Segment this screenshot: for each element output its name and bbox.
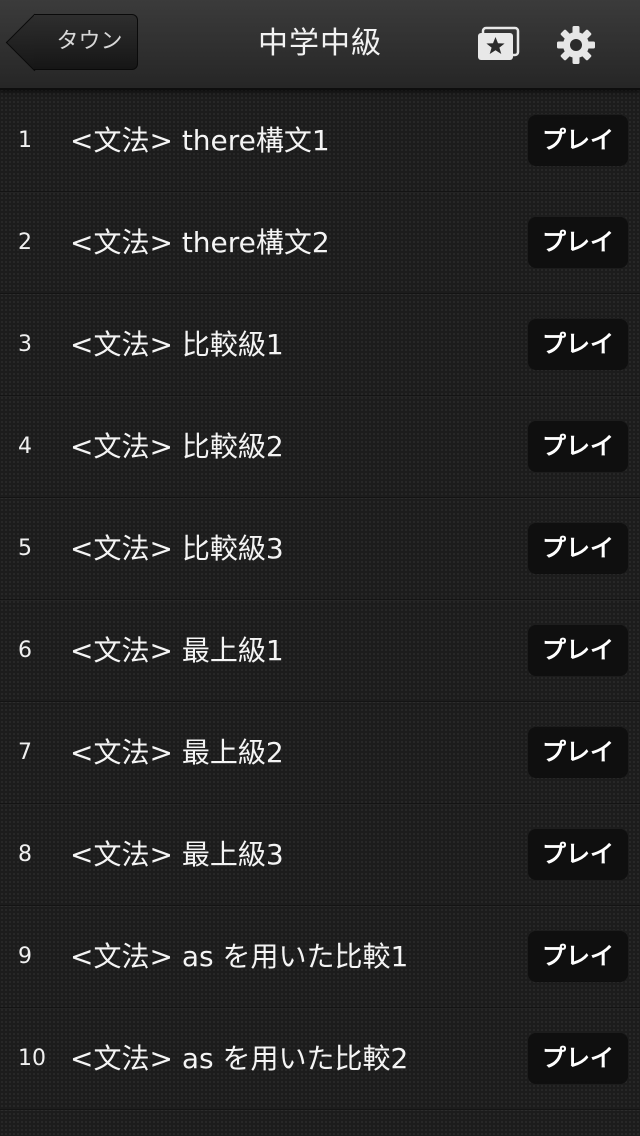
- play-button[interactable]: プレイ: [528, 216, 628, 268]
- lesson-row[interactable]: 4 <文法> 比較級2 プレイ: [0, 396, 640, 498]
- lesson-title: <文法> 最上級3: [70, 838, 284, 871]
- lesson-title: <文法> there構文2: [70, 226, 330, 259]
- play-button[interactable]: プレイ: [528, 114, 628, 166]
- lesson-number: 6: [18, 638, 32, 663]
- play-button[interactable]: プレイ: [528, 930, 628, 982]
- lesson-title: <文法> as を用いた比較1: [70, 940, 409, 973]
- lesson-title: <文法> 比較級2: [70, 430, 284, 463]
- lesson-row[interactable]: 1 <文法> there構文1 プレイ: [0, 90, 640, 192]
- play-button[interactable]: プレイ: [528, 1032, 628, 1084]
- lesson-number: 5: [18, 536, 32, 561]
- lesson-row[interactable]: 2 <文法> there構文2 プレイ: [0, 192, 640, 294]
- lesson-title: <文法> 最上級1: [70, 634, 284, 667]
- play-button[interactable]: プレイ: [528, 522, 628, 574]
- lesson-number: 3: [18, 332, 32, 357]
- lesson-row[interactable]: 9 <文法> as を用いた比較1 プレイ: [0, 906, 640, 1008]
- lesson-title: <文法> 比較級3: [70, 532, 284, 565]
- lesson-row[interactable]: 8 <文法> 最上級3 プレイ: [0, 804, 640, 906]
- lesson-number: 8: [18, 842, 32, 867]
- play-button[interactable]: プレイ: [528, 828, 628, 880]
- lesson-number: 2: [18, 230, 32, 255]
- lesson-title: <文法> 比較級1: [70, 328, 284, 361]
- lesson-title: <文法> 最上級2: [70, 736, 284, 769]
- app-screen: タウン 中学中級 1 <文法> there構文1 プレイ 2 <文法> ther…: [0, 0, 640, 1136]
- lesson-row[interactable]: 10 <文法> as を用いた比較2 プレイ: [0, 1008, 640, 1110]
- lesson-title: <文法> there構文1: [70, 124, 330, 157]
- play-button[interactable]: プレイ: [528, 420, 628, 472]
- lesson-number: 4: [18, 434, 32, 459]
- play-button[interactable]: プレイ: [528, 318, 628, 370]
- lesson-row[interactable]: 5 <文法> 比較級3 プレイ: [0, 498, 640, 600]
- lesson-number: 7: [18, 740, 32, 765]
- lesson-number: 10: [18, 1046, 46, 1071]
- play-button[interactable]: プレイ: [528, 726, 628, 778]
- lesson-row[interactable]: 6 <文法> 最上級1 プレイ: [0, 600, 640, 702]
- play-button[interactable]: プレイ: [528, 624, 628, 676]
- gear-icon[interactable]: [556, 25, 596, 65]
- lesson-number: 9: [18, 944, 32, 969]
- lesson-number: 1: [18, 128, 32, 153]
- lesson-title: <文法> as を用いた比較2: [70, 1042, 409, 1075]
- lesson-row[interactable]: 3 <文法> 比較級1 プレイ: [0, 294, 640, 396]
- back-button[interactable]: タウン: [34, 14, 138, 70]
- star-card-icon[interactable]: [476, 26, 520, 62]
- navigation-bar: タウン 中学中級: [0, 0, 640, 90]
- lesson-row[interactable]: 7 <文法> 最上級2 プレイ: [0, 702, 640, 804]
- page-title: 中学中級: [258, 26, 382, 61]
- back-button-area: タウン: [0, 0, 160, 88]
- lesson-list: 1 <文法> there構文1 プレイ 2 <文法> there構文2 プレイ …: [0, 90, 640, 1110]
